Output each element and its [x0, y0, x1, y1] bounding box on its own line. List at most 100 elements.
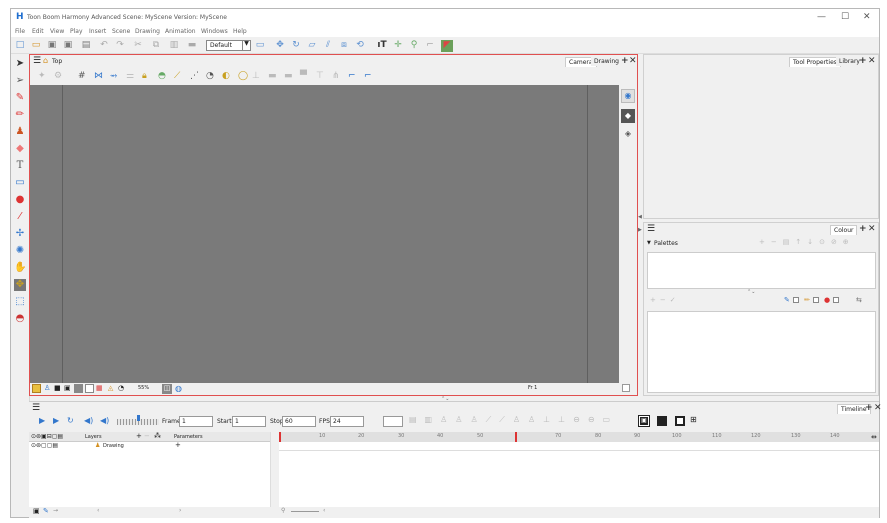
rotate-cw-icon[interactable]: ▬ — [284, 71, 293, 81]
colour-swatch-list[interactable] — [647, 311, 876, 393]
fullscreen-icon[interactable] — [622, 384, 630, 392]
workspace-manager-icon[interactable]: ▭ — [255, 40, 265, 50]
undo-icon[interactable]: ↶ — [99, 40, 109, 50]
color-swatch-icon[interactable] — [32, 384, 41, 393]
palette-splitter-icon[interactable]: ⌃⌄ — [747, 289, 755, 295]
light-icon[interactable]: ◬ — [108, 384, 113, 392]
copy-icon[interactable]: ⧉ — [151, 40, 161, 50]
paint-tool-icon[interactable]: ● — [14, 194, 26, 206]
animate-tool-icon[interactable]: ✥ — [14, 279, 26, 291]
keyframe-tools[interactable]: ▤▥♙♙♙⟋⟋♙♙⊥⊥⊖⊖▭ — [409, 415, 618, 425]
add-view-icon-timeline[interactable]: + — [865, 403, 873, 413]
zoom-timeline-icon[interactable]: ⚲ — [281, 507, 285, 514]
line-icon[interactable]: ⟋ — [174, 71, 180, 81]
menu-edit[interactable]: Edit — [32, 28, 44, 35]
eye-icon[interactable]: ◉ — [621, 89, 635, 103]
layer-name[interactable]: Drawing — [103, 443, 124, 449]
preview-icon[interactable]: ◫ — [162, 384, 172, 394]
onion-icon[interactable]: ◔ — [118, 384, 124, 392]
dashed-line-icon[interactable]: ⋰ — [190, 71, 199, 81]
palettes-toggle-icon[interactable]: ▼ — [647, 240, 651, 246]
stamp-tool-icon[interactable]: ♟ — [14, 126, 26, 138]
shade-icon[interactable]: ◐ — [222, 71, 230, 81]
menu-help[interactable]: Help — [233, 28, 247, 35]
scroll-right-icon[interactable]: › — [179, 507, 181, 514]
paste-icon[interactable]: ▥ — [169, 40, 179, 50]
play-selection-icon[interactable]: ▶ — [53, 416, 59, 425]
contour-editor-icon[interactable]: ➢ — [14, 75, 26, 87]
menu-play[interactable]: Play — [70, 28, 83, 35]
layers-icon[interactable]: ◈ — [621, 127, 635, 141]
add-view-icon[interactable]: + — [621, 56, 629, 66]
arrow-right-icon[interactable]: → — [53, 507, 58, 514]
menu-insert[interactable]: Insert — [89, 28, 106, 35]
skew-icon[interactable]: ⫽ — [323, 40, 333, 50]
remove-layer-icon[interactable]: − — [144, 432, 150, 440]
menu-file[interactable]: File — [15, 28, 25, 35]
menu-view[interactable]: View — [50, 28, 64, 35]
reset-view-icon[interactable]: ⊤ — [316, 71, 324, 81]
frame-icon[interactable]: ▣ — [64, 384, 71, 392]
frame-ruler[interactable]: 10 20 30 40 50 70 80 90 100 110 120 130 … — [279, 432, 879, 442]
timeline-options-icon[interactable]: ▣ — [33, 507, 40, 515]
save-as-icon[interactable]: ▣ — [63, 40, 73, 50]
sound-icon[interactable]: ◀) — [84, 416, 93, 425]
scroll-left-icon[interactable]: ‹ — [97, 507, 99, 514]
deform-icon[interactable]: ⌐ — [425, 40, 435, 50]
timeline-tracks[interactable] — [279, 451, 879, 507]
keyframe-select[interactable] — [383, 416, 403, 427]
tab-drawing[interactable]: Drawing — [591, 57, 622, 66]
fps-field[interactable]: 24 — [330, 416, 364, 427]
close-panel-icon-colour[interactable]: ✕ — [868, 224, 876, 234]
breadcrumb[interactable]: Top — [52, 58, 62, 65]
maximize-button[interactable]: ☐ — [841, 12, 849, 22]
gear-icon[interactable]: ⚙ — [54, 71, 62, 81]
timeline-pencil-icon[interactable]: ✎ — [43, 507, 49, 515]
rotate-ccw-icon[interactable]: ▀ — [300, 71, 307, 81]
close-panel-icon[interactable]: ✕ — [629, 56, 637, 66]
pivot-icon[interactable]: ✛ — [393, 40, 403, 50]
bounding-box-icon[interactable]: ⌐ — [348, 71, 356, 81]
eraser-tool-icon[interactable]: ◆ — [14, 143, 26, 155]
grid-toggle-icon[interactable]: ▦ — [96, 384, 103, 392]
swatch-box-1-icon[interactable] — [793, 297, 799, 303]
person-icon[interactable]: ♙ — [44, 384, 50, 392]
sound-scrub-icon[interactable]: ◀) — [100, 416, 109, 425]
morph-tool-icon[interactable]: ✋ — [14, 262, 26, 274]
tab-colour[interactable]: Colour — [830, 225, 858, 235]
menu-drawing[interactable]: Drawing — [135, 28, 160, 35]
flip-h-icon[interactable]: ⊥ — [252, 71, 260, 81]
link-icon[interactable]: ⇆ — [856, 296, 862, 304]
dropper-tool-icon[interactable]: ⁄ — [14, 211, 26, 223]
import-icon[interactable]: ▤ — [81, 40, 91, 50]
onion-both-icon[interactable] — [675, 416, 685, 426]
layers-scrollbar[interactable] — [270, 432, 279, 507]
play-icon[interactable]: ▶ — [39, 416, 45, 425]
zoom-icon[interactable]: ⋔ — [332, 71, 340, 81]
home-icon[interactable]: ⌂ — [43, 56, 48, 65]
camera-canvas[interactable] — [30, 85, 619, 383]
bone-icon[interactable]: ⚲ — [409, 40, 419, 50]
select-tool-icon[interactable]: ➤ — [14, 58, 26, 70]
camera-mask-icon[interactable]: ◓ — [158, 71, 166, 81]
tab-tool-properties[interactable]: Tool Properties — [789, 57, 841, 67]
slider-handle[interactable] — [137, 415, 140, 421]
transform-icon[interactable]: ✥ — [275, 40, 285, 50]
start-field[interactable]: 1 — [232, 416, 266, 427]
layer-visibility-icons[interactable]: ⊙⊚▣⊟▢▤ — [31, 433, 63, 440]
frame-field[interactable]: 1 — [179, 416, 213, 427]
snap-icon[interactable]: ⋈ — [94, 71, 103, 81]
swatch-actions[interactable]: +−✓ — [650, 296, 680, 304]
align-icon[interactable]: ⚌ — [126, 71, 134, 81]
grid-icon[interactable]: # — [78, 71, 86, 81]
close-panel-icon-tp[interactable]: ✕ — [868, 56, 876, 66]
playhead-start[interactable] — [279, 432, 281, 442]
expand-right-icon[interactable]: ▶ — [638, 227, 642, 233]
panel-menu-icon-timeline[interactable]: ☰ — [32, 403, 40, 413]
add-view-icon-colour[interactable]: + — [859, 224, 867, 234]
add-layer-icon[interactable]: + — [136, 432, 142, 440]
drawing-transform-icon[interactable]: ✺ — [14, 245, 26, 257]
drawing-track[interactable] — [279, 442, 879, 451]
rectangle-tool-icon[interactable]: ▭ — [14, 177, 26, 189]
pencil-tool-icon[interactable]: ✏ — [14, 109, 26, 121]
